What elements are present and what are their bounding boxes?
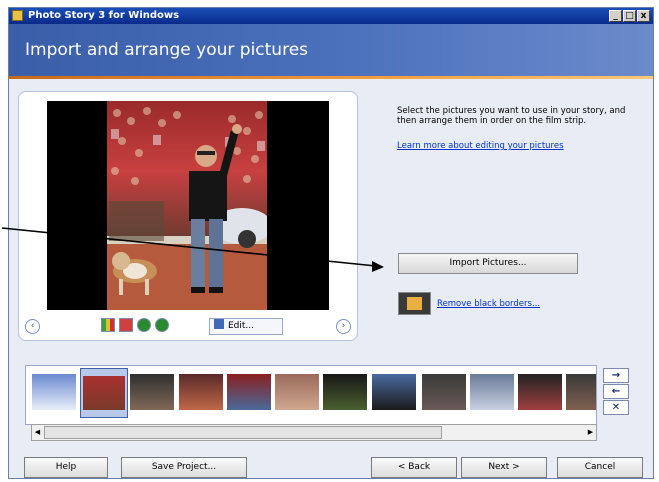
scroll-right-icon[interactable]: ▶ [585,426,596,439]
move-left-button[interactable]: ← [603,384,629,399]
thumbnail[interactable] [470,374,514,410]
next-button[interactable]: Next > [461,457,547,478]
thumbnail[interactable] [518,374,562,410]
thumbnail[interactable] [32,374,76,410]
move-right-button[interactable]: → [603,368,629,383]
help-button[interactable]: Help [24,457,108,478]
thumbnail[interactable] [422,374,466,410]
thumbnail-selected[interactable] [80,368,128,418]
save-project-button[interactable]: Save Project... [121,457,247,478]
thumbnail[interactable] [323,374,367,410]
thumbnail[interactable] [130,374,174,410]
back-button[interactable]: < Back [371,457,457,478]
thumbnail[interactable] [275,374,319,410]
cancel-button[interactable]: Cancel [557,457,643,478]
film-strip[interactable] [25,365,597,425]
thumbnail[interactable] [566,374,596,410]
scroll-left-icon[interactable]: ◀ [32,426,43,439]
scroll-thumb[interactable] [44,426,442,439]
filmstrip-controls: → ← ✕ [603,368,629,415]
film-strip-scrollbar[interactable]: ◀ ▶ [31,424,597,441]
thumbnail[interactable] [179,374,223,410]
thumbnail-image [83,376,125,410]
thumbnail[interactable] [372,374,416,410]
delete-picture-button[interactable]: ✕ [603,400,629,415]
thumbnail[interactable] [227,374,271,410]
